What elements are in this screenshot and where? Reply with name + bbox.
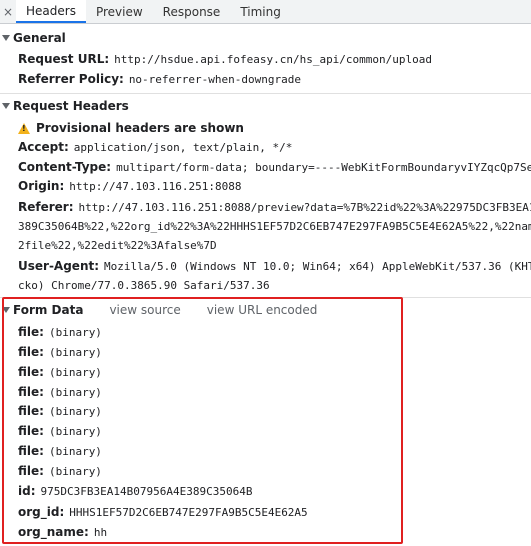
user-agent-value-line2: cko) Chrome/77.0.3865.90 Safari/537.36: [18, 278, 270, 292]
accept-value: application/json, text/plain, */*: [73, 140, 293, 154]
expand-triangle-icon: [2, 35, 10, 41]
referrer-policy-value: no-referrer-when-downgrade: [128, 72, 301, 86]
referrer-policy-label: Referrer Policy:: [18, 72, 124, 86]
accept-row: Accept: application/json, text/plain, */…: [18, 137, 531, 157]
warning-icon: [18, 122, 30, 134]
tab-response[interactable]: Response: [153, 0, 231, 23]
request-headers-section-header[interactable]: Request Headers: [0, 96, 129, 116]
content-type-value: multipart/form-data; boundary=----WebKit…: [116, 160, 531, 174]
general-section-header[interactable]: General: [0, 28, 66, 48]
tab-timing[interactable]: Timing: [230, 0, 291, 23]
origin-row: Origin: http://47.103.116.251:8088: [18, 176, 531, 196]
tab-preview[interactable]: Preview: [86, 0, 153, 23]
request-url-label: Request URL:: [18, 52, 110, 66]
general-title: General: [13, 31, 66, 45]
close-icon[interactable]: ×: [0, 0, 16, 23]
tab-headers[interactable]: Headers: [16, 0, 86, 23]
provisional-warning-row: Provisional headers are shown: [18, 118, 528, 138]
accept-label: Accept:: [18, 140, 69, 154]
user-agent-value-line1: Mozilla/5.0 (Windows NT 10.0; Win64; x64…: [104, 259, 531, 273]
referer-value-line2: 389C35064B%22,%22org_id%22%3A%22HHHS1EF5…: [18, 219, 531, 233]
request-url-row: Request URL: http://hsdue.api.fofeasy.cn…: [18, 49, 528, 69]
divider: [0, 93, 531, 94]
provisional-warning-text: Provisional headers are shown: [36, 121, 244, 135]
origin-label: Origin:: [18, 179, 65, 193]
content-type-row: Content-Type: multipart/form-data; bound…: [18, 157, 531, 177]
request-headers-title: Request Headers: [13, 99, 129, 113]
content-type-label: Content-Type:: [18, 160, 112, 174]
expand-triangle-icon: [2, 103, 10, 109]
user-agent-label: User-Agent:: [18, 259, 100, 273]
referer-row: Referer: http://47.103.116.251:8088/prev…: [18, 197, 531, 217]
referer-value-line1: http://47.103.116.251:8088/preview?data=…: [78, 200, 531, 214]
request-url-value: http://hsdue.api.fofeasy.cn/hs_api/commo…: [114, 52, 433, 66]
devtools-tab-bar: × Headers Preview Response Timing: [0, 0, 531, 24]
referrer-policy-row: Referrer Policy: no-referrer-when-downgr…: [18, 69, 528, 89]
user-agent-row: User-Agent: Mozilla/5.0 (Windows NT 10.0…: [18, 256, 531, 276]
referer-value-line3: 2file%22,%22edit%22%3Afalse%7D: [18, 238, 217, 252]
origin-value: http://47.103.116.251:8088: [69, 179, 242, 193]
form-data-highlight-annotation: [2, 297, 403, 544]
referer-label: Referer:: [18, 200, 74, 214]
